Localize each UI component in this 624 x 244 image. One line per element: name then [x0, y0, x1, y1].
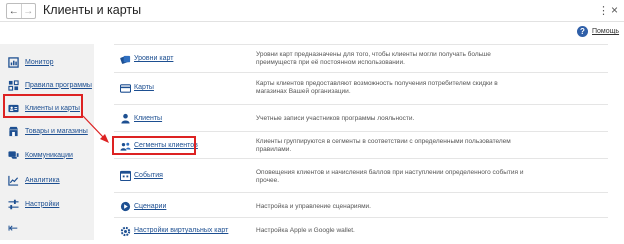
sidebar-item-label: Монитор: [25, 58, 54, 66]
catalog-description: Учетные записи участников программы лоял…: [256, 115, 415, 122]
forward-button[interactable]: →: [20, 4, 36, 18]
catalog-link[interactable]: Сценарии: [134, 203, 166, 210]
catalog-description: Клиенты группируются в сегменты в соотве…: [256, 138, 511, 153]
catalog-row-card-levels: Уровни карт Уровни карт предназначены дл…: [114, 44, 608, 72]
events-icon: [120, 170, 131, 181]
title-bar: ← → Клиенты и карты ⋮ ×: [0, 0, 624, 22]
back-button[interactable]: ←: [7, 4, 21, 18]
window-title: Клиенты и карты: [43, 3, 142, 17]
user-icon: [120, 113, 131, 124]
catalog-row-clients: Клиенты Учетные записи участников програ…: [114, 104, 608, 131]
sidebar-item-goods-shops[interactable]: Товары и магазины: [8, 124, 88, 138]
monitor-icon: [8, 56, 19, 68]
nav-buttons: ← →: [6, 3, 36, 19]
arrow-right-icon: →: [23, 5, 34, 17]
arrow-left-icon: ←: [8, 5, 19, 17]
catalog-link[interactable]: Клиенты: [134, 115, 162, 122]
chart-line-icon: [8, 175, 19, 186]
shop-icon: [8, 126, 19, 136]
vertical-ellipsis-icon[interactable]: ⋮: [598, 4, 609, 17]
catalog-description: Оповещения клиентов и начисления баллов …: [256, 169, 524, 184]
credit-card-icon: [120, 83, 131, 94]
sidebar-item-label: Товары и магазины: [25, 127, 88, 135]
sidebar-item-label: Аналитика: [25, 176, 60, 184]
highlight-box-sidebar: [3, 94, 83, 118]
catalog-link[interactable]: Настройки виртуальных карт: [134, 227, 228, 234]
help-button[interactable]: ? Помощь: [577, 26, 619, 37]
grid-icon: [8, 79, 19, 91]
catalog-row-cards: Карты Карты клиентов предоставляют возмо…: [114, 72, 608, 97]
catalog-link[interactable]: События: [134, 172, 163, 179]
question-icon: ?: [577, 26, 588, 37]
sidebar-item-label: Правила программы: [25, 81, 92, 89]
catalog-row-virtual-cards: Настройки виртуальных карт Настройка App…: [114, 217, 608, 239]
chat-icon: [8, 150, 19, 159]
sidebar-item-analytics[interactable]: Аналитика: [8, 173, 60, 187]
help-label: Помощь: [592, 28, 620, 35]
catalog-description: Уровни карт предназначены для того, чтоб…: [256, 51, 491, 66]
gear-icon: [120, 226, 131, 237]
catalog-description: Карты клиентов предоставляют возможность…: [256, 80, 498, 95]
close-icon[interactable]: ×: [611, 3, 618, 17]
sidebar-item-settings[interactable]: Настройки: [8, 197, 59, 211]
card-levels-icon: [120, 54, 131, 65]
catalog-row-scenarios: Сценарии Настройка и управление сценария…: [114, 192, 608, 217]
highlight-box-segments: [112, 136, 196, 155]
catalog-link[interactable]: Карты: [134, 84, 154, 91]
sidebar-item-label: Коммуникации: [25, 151, 73, 159]
scenario-icon: [120, 201, 131, 212]
sidebar-item-communications[interactable]: Коммуникации: [8, 148, 73, 162]
sliders-icon: [8, 199, 19, 209]
collapse-left-icon[interactable]: ⇤: [8, 221, 18, 235]
catalog-description: Настройка Apple и Google wallet.: [256, 227, 355, 234]
catalog-description: Настройка и управление сценариями.: [256, 203, 371, 210]
catalog-row-events: События Оповещения клиентов и начисления…: [114, 158, 608, 192]
sidebar-item-label: Настройки: [25, 200, 60, 208]
catalog-link[interactable]: Уровни карт: [134, 55, 173, 62]
sidebar-item-monitor[interactable]: Монитор: [8, 55, 54, 69]
sidebar-item-rules[interactable]: Правила программы: [8, 78, 92, 92]
